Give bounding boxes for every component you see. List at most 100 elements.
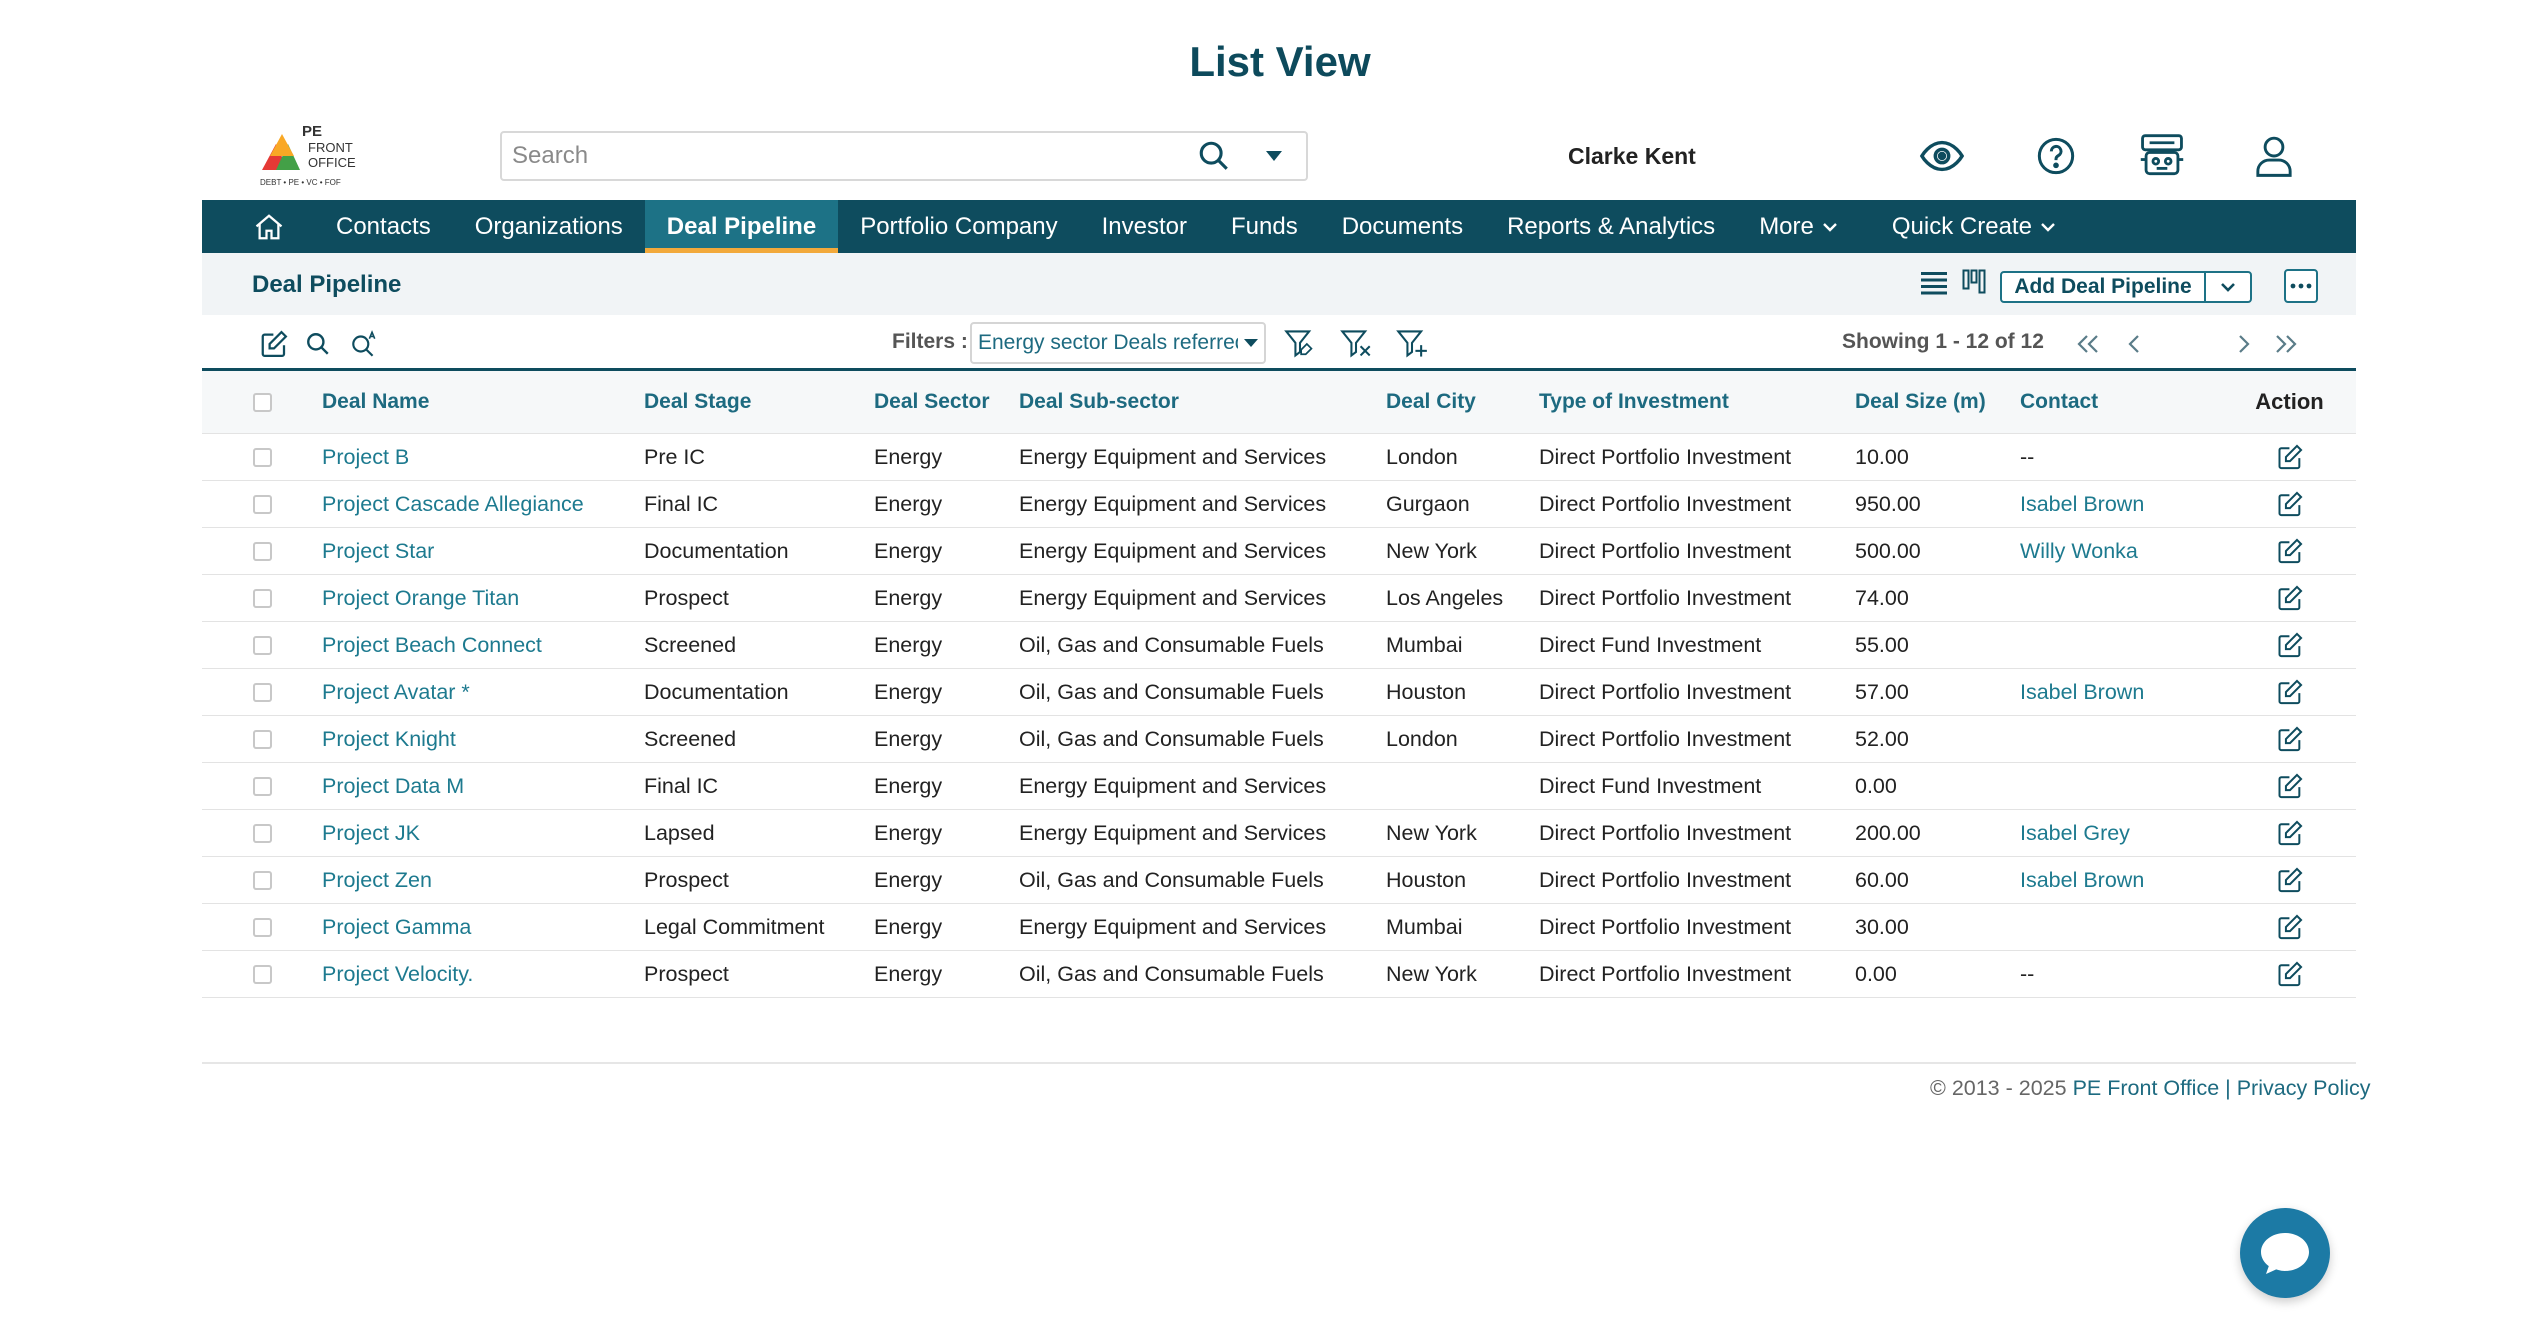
cell-deal-name[interactable]: Project Velocity.	[322, 951, 644, 998]
row-checkbox[interactable]	[252, 542, 272, 562]
cell-deal-name[interactable]: Project Avatar *	[322, 669, 644, 716]
column-header-deal-stage[interactable]: Deal Stage	[644, 370, 874, 434]
cell-deal-sub-sector: Oil, Gas and Consumable Fuels	[1019, 961, 1324, 986]
cell-deal-sub-sector: Oil, Gas and Consumable Fuels	[1019, 726, 1324, 751]
edit-icon[interactable]	[2276, 960, 2304, 988]
edit-filter-icon[interactable]	[1282, 326, 1318, 362]
first-page-icon[interactable]	[2070, 326, 2106, 362]
cell-deal-size: 60.00	[1855, 867, 1909, 892]
cell-deal-name[interactable]: Project Knight	[322, 716, 644, 763]
cell-type-of-investment: Direct Portfolio Investment	[1539, 444, 1792, 469]
nav-investor[interactable]: Investor	[1080, 200, 1209, 253]
edit-icon[interactable]	[2276, 819, 2304, 847]
search-icon[interactable]	[300, 326, 336, 362]
edit-icon[interactable]	[2276, 631, 2304, 659]
search-icon[interactable]	[1194, 136, 1234, 176]
edit-icon[interactable]	[2276, 678, 2304, 706]
edit-icon[interactable]	[2276, 490, 2304, 518]
nav-documents[interactable]: Documents	[1320, 200, 1485, 253]
column-header-contact[interactable]: Contact	[2020, 370, 2223, 434]
cell-contact[interactable]: Isabel Brown	[2020, 669, 2223, 716]
cell-contact[interactable]: Isabel Grey	[2020, 810, 2223, 857]
cell-deal-name[interactable]: Project Star	[322, 528, 644, 575]
previous-page-icon[interactable]	[2116, 326, 2152, 362]
row-checkbox[interactable]	[252, 730, 272, 750]
row-checkbox[interactable]	[252, 636, 272, 656]
row-checkbox[interactable]	[252, 871, 272, 891]
list-view-icon[interactable]	[1916, 265, 1952, 301]
privacy-policy-link[interactable]: Privacy Policy	[2237, 1076, 2371, 1100]
cell-deal-name[interactable]: Project Zen	[322, 857, 644, 904]
nav-funds[interactable]: Funds	[1209, 200, 1320, 253]
nav-reports-analytics[interactable]: Reports & Analytics	[1485, 200, 1737, 253]
more-options-button[interactable]	[2284, 269, 2318, 303]
pe-front-office-logo[interactable]: PE FRONT OFFICE DEBT • PE • VC • FOF	[258, 122, 378, 190]
nav-portfolio-company[interactable]: Portfolio Company	[838, 200, 1079, 253]
logo-text-pe: PE	[302, 123, 322, 140]
eye-icon[interactable]	[1916, 130, 1968, 182]
nav-home[interactable]	[202, 200, 314, 253]
chevron-down-icon	[2040, 222, 2056, 232]
advanced-search-icon[interactable]	[346, 326, 382, 362]
row-checkbox[interactable]	[252, 448, 272, 468]
edit-icon[interactable]	[2276, 913, 2304, 941]
cell-deal-name[interactable]: Project B	[322, 434, 644, 481]
cell-deal-name[interactable]: Project Beach Connect	[322, 622, 644, 669]
add-deal-pipeline-button[interactable]: Add Deal Pipeline	[2002, 273, 2206, 301]
robot-icon[interactable]	[2136, 130, 2188, 182]
last-page-icon[interactable]	[2268, 326, 2304, 362]
column-header-deal-sector[interactable]: Deal Sector	[874, 370, 1019, 434]
next-page-icon[interactable]	[2226, 326, 2262, 362]
column-header-deal-city[interactable]: Deal City	[1386, 370, 1539, 434]
table-row: Project Data M Final IC Energy Energy Equip…	[202, 763, 2356, 810]
edit-icon[interactable]	[2276, 866, 2304, 894]
add-filter-icon[interactable]	[1394, 326, 1430, 362]
row-checkbox[interactable]	[252, 965, 272, 985]
nav-organizations[interactable]: Organizations	[453, 200, 645, 253]
column-header-deal-name[interactable]: Deal Name	[322, 370, 644, 434]
cell-contact[interactable]: Isabel Brown	[2020, 857, 2223, 904]
search-input[interactable]	[502, 136, 1194, 176]
cell-deal-size: 74.00	[1855, 585, 1909, 610]
nav-contacts[interactable]: Contacts	[314, 200, 453, 253]
footer-company-link[interactable]: PE Front Office	[2073, 1076, 2220, 1100]
row-checkbox[interactable]	[252, 824, 272, 844]
nav-more[interactable]: More	[1737, 200, 1860, 253]
row-select-cell	[202, 716, 322, 763]
clear-filter-icon[interactable]	[1338, 326, 1374, 362]
edit-icon[interactable]	[2276, 537, 2304, 565]
row-checkbox[interactable]	[252, 683, 272, 703]
cell-deal-name[interactable]: Project Orange Titan	[322, 575, 644, 622]
chat-button[interactable]	[2240, 1208, 2330, 1298]
row-checkbox[interactable]	[252, 495, 272, 515]
row-checkbox[interactable]	[252, 918, 272, 938]
edit-icon[interactable]	[2276, 725, 2304, 753]
user-profile-icon[interactable]	[2248, 130, 2300, 182]
filter-select[interactable]: Energy sector Deals referred	[970, 322, 1266, 364]
kanban-view-icon[interactable]	[1956, 265, 1992, 301]
edit-icon[interactable]	[2276, 584, 2304, 612]
cell-deal-name[interactable]: Project Cascade Allegiance	[322, 481, 644, 528]
row-checkbox[interactable]	[252, 589, 272, 609]
cell-contact[interactable]: Willy Wonka	[2020, 528, 2223, 575]
column-header-deal-size[interactable]: Deal Size (m)	[1855, 370, 2020, 434]
edit-icon[interactable]	[2276, 443, 2304, 471]
nav-deal-pipeline[interactable]: Deal Pipeline	[644, 200, 839, 253]
help-icon[interactable]	[2030, 130, 2082, 182]
select-all-checkbox[interactable]	[252, 392, 272, 412]
nav-quick-create[interactable]: Quick Create	[1860, 200, 2078, 253]
cell-deal-name[interactable]: Project Data M	[322, 763, 644, 810]
search-scope-dropdown-icon[interactable]	[1254, 136, 1294, 176]
edit-icon[interactable]	[2276, 772, 2304, 800]
column-header-deal-sub-sector[interactable]: Deal Sub-sector	[1019, 370, 1386, 434]
cell-deal-name[interactable]: Project Gamma	[322, 904, 644, 951]
add-options-dropdown[interactable]	[2206, 282, 2250, 292]
bulk-edit-icon[interactable]	[256, 326, 292, 362]
cell-contact[interactable]: Isabel Brown	[2020, 481, 2223, 528]
row-select-cell	[202, 575, 322, 622]
column-header-type-of-investment[interactable]: Type of Investment	[1539, 370, 1855, 434]
cell-deal-size: 0.00	[1855, 961, 1897, 986]
table-row: Project Gamma Legal Commitment Energy Energ…	[202, 904, 2356, 951]
cell-deal-name[interactable]: Project JK	[322, 810, 644, 857]
row-checkbox[interactable]	[252, 777, 272, 797]
